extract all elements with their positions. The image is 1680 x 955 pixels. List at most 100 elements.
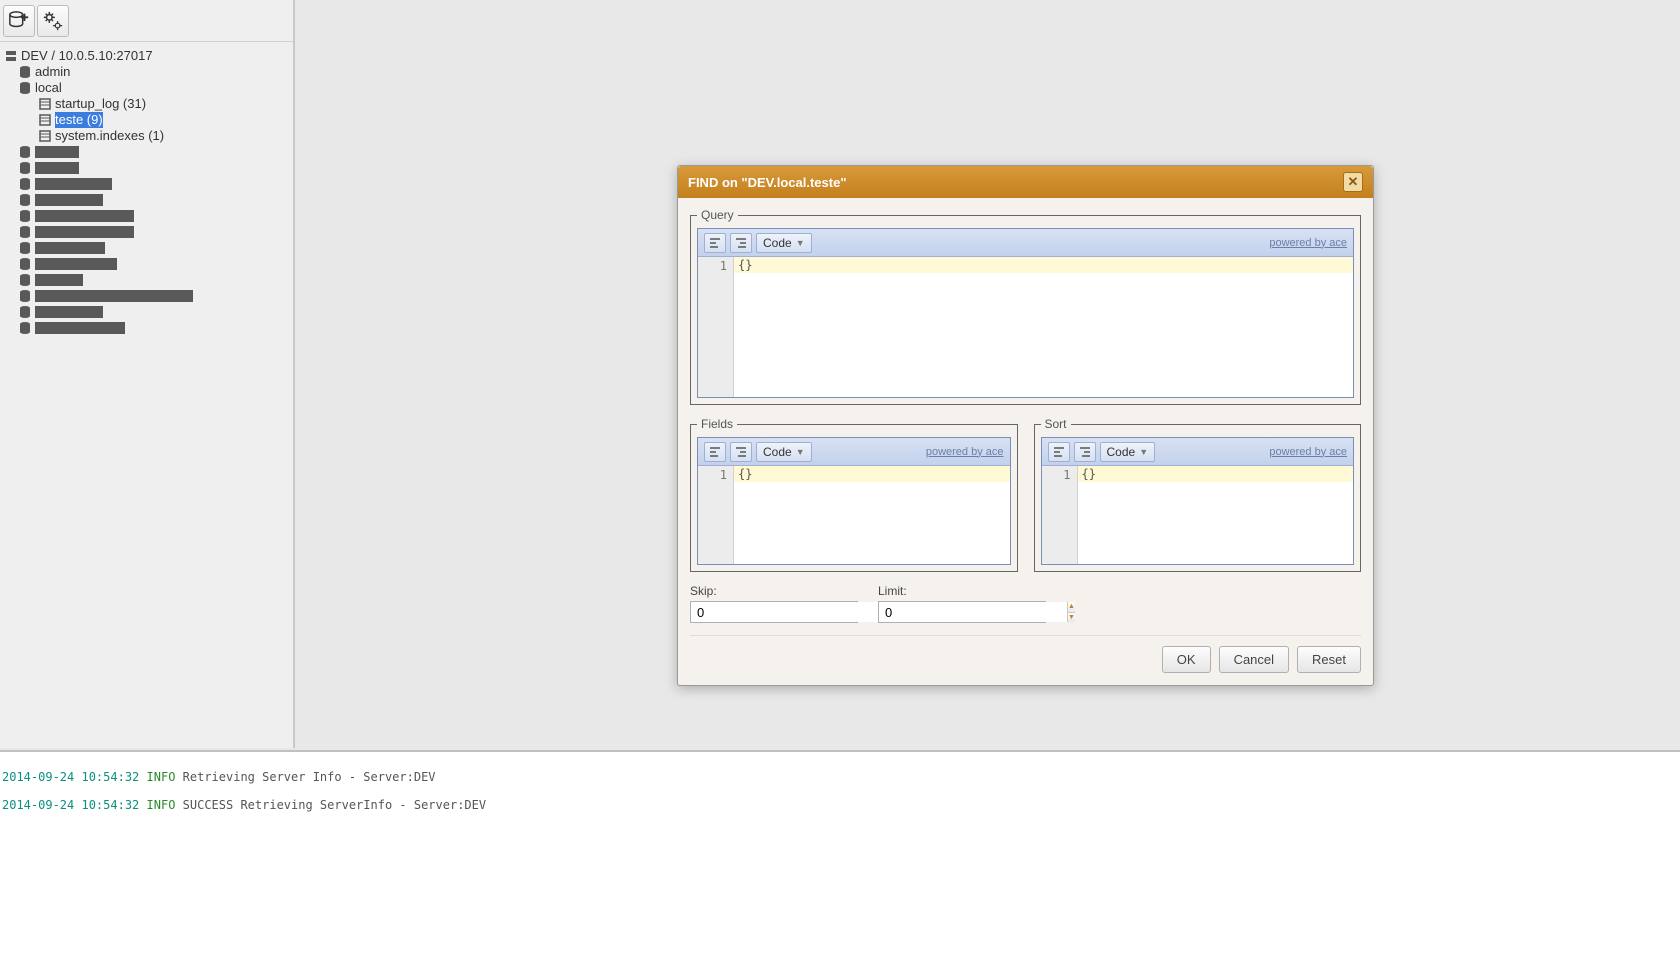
sort-legend: Sort bbox=[1041, 417, 1071, 431]
database-icon bbox=[18, 81, 32, 95]
tree-db-admin[interactable]: admin bbox=[4, 64, 289, 80]
redacted-label bbox=[35, 290, 193, 302]
skip-label: Skip: bbox=[690, 584, 858, 598]
editor-code-area[interactable]: {} bbox=[734, 466, 1010, 564]
editor-toolbar: Code ▼ powered by ace bbox=[698, 229, 1353, 257]
caret-down-icon: ▼ bbox=[1139, 447, 1148, 457]
editor-gutter: 1 bbox=[1042, 466, 1078, 564]
main-area: FIND on "DEV.local.teste" ✕ Query Code ▼ bbox=[297, 2, 1680, 748]
log-line: 2014-09-24 10:54:32 INFO Retrieving Serv… bbox=[2, 770, 1678, 784]
database-icon bbox=[18, 273, 32, 287]
editor-gutter: 1 bbox=[698, 466, 734, 564]
tree-db-redacted[interactable] bbox=[4, 192, 289, 208]
editor-body[interactable]: 1 {} bbox=[698, 466, 1010, 564]
tree-db-redacted[interactable] bbox=[4, 272, 289, 288]
editor-text: {} bbox=[734, 466, 1010, 482]
database-plus-icon bbox=[8, 10, 30, 32]
code-mode-label: Code bbox=[763, 236, 792, 250]
redacted-label bbox=[35, 306, 103, 318]
editor-code-area[interactable]: {} bbox=[1078, 466, 1354, 564]
align-right-icon bbox=[1078, 445, 1092, 459]
database-icon bbox=[18, 289, 32, 303]
collection-icon bbox=[38, 97, 52, 111]
tree-db-redacted[interactable] bbox=[4, 208, 289, 224]
spin-down-button[interactable]: ▼ bbox=[1068, 613, 1075, 623]
tree-coll-label: system.indexes (1) bbox=[55, 128, 164, 144]
tree-db-redacted[interactable] bbox=[4, 320, 289, 336]
dialog-titlebar[interactable]: FIND on "DEV.local.teste" ✕ bbox=[678, 166, 1373, 198]
add-connection-button[interactable] bbox=[3, 5, 35, 37]
tree-coll-teste[interactable]: teste (9) bbox=[4, 112, 289, 128]
sidebar: DEV / 10.0.5.10:27017 admin local startu… bbox=[0, 0, 295, 748]
align-right-button[interactable] bbox=[1074, 442, 1096, 462]
align-left-button[interactable] bbox=[1048, 442, 1070, 462]
align-right-button[interactable] bbox=[730, 442, 752, 462]
tree-db-redacted[interactable] bbox=[4, 224, 289, 240]
tree-coll-startup-log[interactable]: startup_log (31) bbox=[4, 96, 289, 112]
tree-db-redacted[interactable] bbox=[4, 288, 289, 304]
database-icon bbox=[18, 209, 32, 223]
skip-spinner[interactable]: ▲ ▼ bbox=[690, 601, 858, 623]
tree-db-redacted[interactable] bbox=[4, 144, 289, 160]
settings-button[interactable] bbox=[37, 5, 69, 37]
query-editor[interactable]: Code ▼ powered by ace 1 {} bbox=[697, 228, 1354, 398]
redacted-label bbox=[35, 210, 134, 222]
sort-fieldset: Sort Code▼ powered by ace 1 {} bbox=[1034, 417, 1362, 572]
limit-label: Limit: bbox=[878, 584, 1046, 598]
find-dialog: FIND on "DEV.local.teste" ✕ Query Code ▼ bbox=[677, 165, 1374, 686]
skip-input[interactable] bbox=[691, 602, 879, 622]
ok-button[interactable]: OK bbox=[1162, 646, 1211, 673]
code-mode-dropdown[interactable]: Code ▼ bbox=[756, 233, 812, 253]
align-right-button[interactable] bbox=[730, 233, 752, 253]
align-right-icon bbox=[734, 236, 748, 250]
caret-down-icon: ▼ bbox=[796, 447, 805, 457]
database-icon bbox=[18, 145, 32, 159]
spin-up-button[interactable]: ▲ bbox=[1068, 602, 1075, 613]
editor-gutter: 1 bbox=[698, 257, 734, 397]
cancel-button[interactable]: Cancel bbox=[1219, 646, 1289, 673]
tree-coll-system-indexes[interactable]: system.indexes (1) bbox=[4, 128, 289, 144]
align-left-button[interactable] bbox=[704, 442, 726, 462]
editor-body[interactable]: 1 {} bbox=[698, 257, 1353, 397]
database-icon bbox=[18, 241, 32, 255]
tree-db-redacted[interactable] bbox=[4, 256, 289, 272]
editor-body[interactable]: 1 {} bbox=[1042, 466, 1354, 564]
redacted-label bbox=[35, 146, 79, 158]
align-left-icon bbox=[708, 236, 722, 250]
tree-server-node[interactable]: DEV / 10.0.5.10:27017 bbox=[4, 48, 289, 64]
limit-input[interactable] bbox=[879, 602, 1067, 622]
powered-by-ace-link[interactable]: powered by ace bbox=[926, 446, 1004, 458]
fields-editor[interactable]: Code▼ powered by ace 1 {} bbox=[697, 437, 1011, 565]
code-mode-dropdown[interactable]: Code▼ bbox=[1100, 442, 1156, 462]
tree-db-redacted[interactable] bbox=[4, 176, 289, 192]
database-icon bbox=[18, 193, 32, 207]
editor-code-area[interactable]: {} bbox=[734, 257, 1353, 397]
tree-db-redacted[interactable] bbox=[4, 160, 289, 176]
redacted-label bbox=[35, 178, 112, 190]
tree-db-redacted[interactable] bbox=[4, 240, 289, 256]
redacted-label bbox=[35, 322, 125, 334]
tree-db-local[interactable]: local bbox=[4, 80, 289, 96]
dialog-body: Query Code ▼ powered by ace 1 bbox=[678, 198, 1373, 685]
tree-db-label: admin bbox=[35, 64, 70, 80]
sidebar-toolbar bbox=[0, 0, 293, 42]
tree-coll-label: startup_log (31) bbox=[55, 96, 146, 112]
tree-coll-label: teste (9) bbox=[55, 112, 103, 128]
database-icon bbox=[18, 321, 32, 335]
editor-toolbar: Code▼ powered by ace bbox=[698, 438, 1010, 466]
align-left-button[interactable] bbox=[704, 233, 726, 253]
reset-button[interactable]: Reset bbox=[1297, 646, 1361, 673]
code-mode-dropdown[interactable]: Code▼ bbox=[756, 442, 812, 462]
sort-editor[interactable]: Code▼ powered by ace 1 {} bbox=[1041, 437, 1355, 565]
log-panel: 2014-09-24 10:54:32 INFO Retrieving Serv… bbox=[0, 750, 1680, 955]
limit-spinner[interactable]: ▲ ▼ bbox=[878, 601, 1046, 623]
dialog-close-button[interactable]: ✕ bbox=[1343, 172, 1363, 192]
redacted-label bbox=[35, 194, 103, 206]
gears-icon bbox=[42, 10, 64, 32]
powered-by-ace-link[interactable]: powered by ace bbox=[1269, 446, 1347, 458]
powered-by-ace-link[interactable]: powered by ace bbox=[1269, 237, 1347, 249]
editor-text: {} bbox=[734, 257, 1353, 273]
close-icon: ✕ bbox=[1348, 174, 1359, 190]
connection-tree: DEV / 10.0.5.10:27017 admin local startu… bbox=[0, 42, 293, 342]
tree-db-redacted[interactable] bbox=[4, 304, 289, 320]
